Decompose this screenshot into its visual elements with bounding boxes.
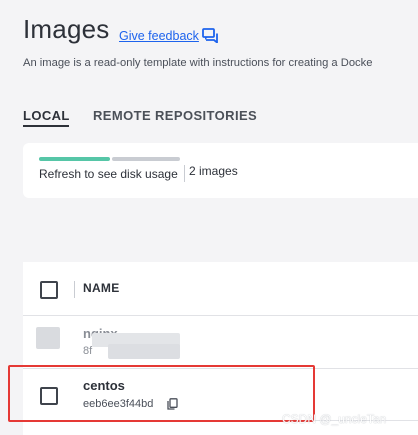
tab-remote-repositories[interactable]: REMOTE REPOSITORIES <box>93 108 257 123</box>
image-id: 8f <box>83 345 93 357</box>
blurred-checkbox-area <box>36 327 60 349</box>
tab-active-indicator <box>23 125 69 127</box>
divider <box>184 165 185 182</box>
blurred-overlay <box>108 344 180 359</box>
watermark: CSDN @_uncleTan <box>282 412 387 426</box>
give-feedback-link[interactable]: Give feedback <box>119 29 199 43</box>
disk-usage-bar-remaining <box>112 157 180 161</box>
page-title: Images <box>23 14 110 44</box>
disk-usage-bar-used <box>39 157 110 161</box>
image-count: 2 images <box>189 164 238 178</box>
tab-local[interactable]: LOCAL <box>23 108 70 123</box>
table-row[interactable] <box>23 316 418 369</box>
refresh-disk-usage-link[interactable]: Refresh to see disk usage <box>39 167 178 181</box>
highlight-annotation-box <box>8 365 315 422</box>
column-resize-handle[interactable] <box>74 281 75 298</box>
page-description: An image is a read-only template with in… <box>23 57 373 69</box>
select-all-checkbox[interactable] <box>40 281 58 299</box>
column-header-name[interactable]: NAME <box>83 281 120 295</box>
feedback-chat-icon[interactable] <box>202 28 218 43</box>
